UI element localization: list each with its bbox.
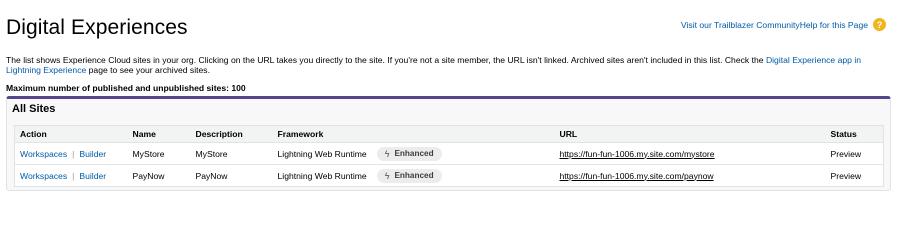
site-name: PayNow <box>132 170 165 181</box>
framework-cell: Lightning Web Runtime ϟ Enhanced <box>273 165 555 187</box>
column-header-name: Name <box>127 125 191 143</box>
site-url-link[interactable]: https://fun-fun-1006.my.site.com/mystore <box>560 149 715 159</box>
intro-text-end: page to see your archived sites. <box>86 64 210 75</box>
workspaces-link[interactable]: Workspaces <box>20 149 67 159</box>
max-sites-note: Maximum number of published and unpublis… <box>6 83 246 93</box>
table-header-row: Action Name Description Framework URL St… <box>14 125 884 143</box>
workspaces-link[interactable]: Workspaces <box>20 171 67 181</box>
bolt-icon: ϟ <box>384 148 390 159</box>
header-links: Visit our Trailblazer Community Help for… <box>681 18 886 31</box>
help-icon[interactable]: ? <box>873 18 886 31</box>
table-row: Workspaces | Builder MyStore MyStore Light… <box>14 142 884 165</box>
column-header-description: Description <box>190 125 273 143</box>
column-header-status: Status <box>825 125 884 143</box>
action-separator: | <box>72 170 75 181</box>
badge-label: Enhanced <box>394 171 434 180</box>
trailblazer-community-link[interactable]: Visit our Trailblazer Community <box>681 20 800 30</box>
site-name: MyStore <box>127 142 191 165</box>
builder-link[interactable]: Builder <box>79 171 106 181</box>
column-header-action: Action <box>14 125 128 143</box>
site-description: MyStore <box>190 142 273 165</box>
site-description: PayNow <box>195 170 228 181</box>
framework-label: Lightning Web Runtime <box>277 148 367 159</box>
framework-label: Lightning Web Runtime <box>277 170 367 181</box>
column-header-framework: Framework <box>272 125 555 143</box>
intro-text-start: The list shows Experience Cloud sites in… <box>6 55 766 65</box>
panel-title: All Sites <box>12 103 56 115</box>
site-status: Preview <box>830 170 862 181</box>
action-cell: Workspaces | Builder <box>14 142 128 165</box>
builder-link[interactable]: Builder <box>79 149 106 159</box>
site-status: Preview <box>825 142 884 165</box>
badge-label: Enhanced <box>394 149 434 158</box>
all-sites-panel: All Sites Action Name Description Framew… <box>6 96 891 191</box>
intro-text: The list shows Experience Cloud sites in… <box>6 55 886 75</box>
help-for-page-link[interactable]: Help for this Page <box>800 20 868 30</box>
action-separator: | <box>72 148 75 159</box>
site-url-link[interactable]: https://fun-fun-1006.my.site.com/paynow <box>560 171 714 181</box>
enhanced-badge: ϟ Enhanced <box>376 146 442 161</box>
framework-cell: Lightning Web Runtime ϟ Enhanced <box>272 142 555 165</box>
column-header-url: URL <box>554 125 826 143</box>
page-title: Digital Experiences <box>6 16 188 39</box>
bolt-icon: ϟ <box>384 170 390 181</box>
url-cell: https://fun-fun-1006.my.site.com/paynow <box>555 165 826 187</box>
url-cell: https://fun-fun-1006.my.site.com/mystore <box>554 142 826 165</box>
sites-table: Action Name Description Framework URL St… <box>14 125 884 187</box>
page: Digital Experiences Visit our Trailblaze… <box>0 0 904 244</box>
table-row: Workspaces | Builder PayNow PayNow Lightni… <box>15 165 884 187</box>
action-cell: Workspaces | Builder <box>15 165 128 187</box>
enhanced-badge: ϟ Enhanced <box>376 168 442 183</box>
